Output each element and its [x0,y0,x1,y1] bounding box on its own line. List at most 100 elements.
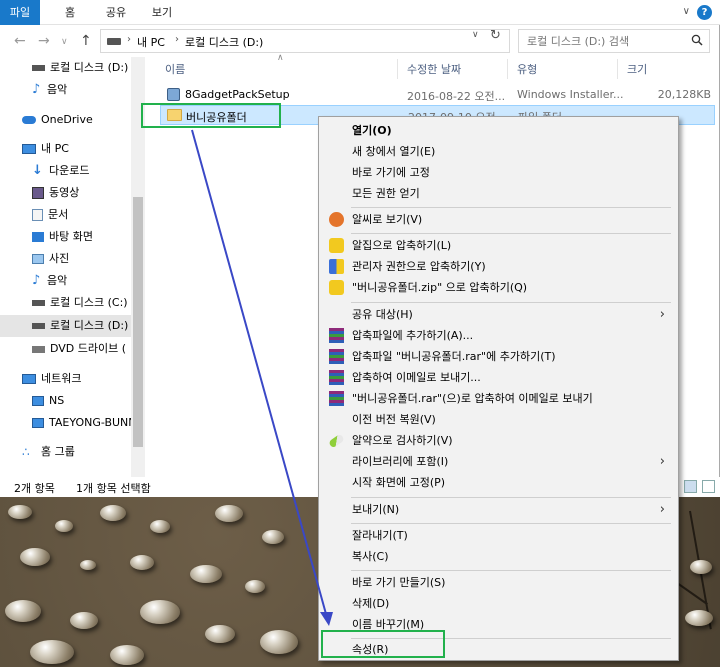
breadcrumb-pc[interactable]: 내 PC [137,34,165,50]
wallpaper-drop [150,520,170,533]
file-size: 20,128KB [657,88,711,101]
menu-item-restore-previous[interactable]: 이전 버전 복원(V) [322,409,675,430]
wallpaper-drop [245,580,265,593]
tab-share[interactable]: 공유 [96,0,136,25]
wallpaper-drop [215,505,243,522]
nav-item-taeyong[interactable]: TAEYONG-BUNN [32,412,137,434]
navigation-pane: 로컬 디스크 (D:) ♪ 음악 OneDrive 내 PC ↓ 다운로드 동영상 … [0,57,145,477]
nav-item-pictures[interactable]: 사진 [32,248,69,270]
nav-item-drive-c[interactable]: 로컬 디스크 (C:) [32,292,128,314]
nav-item-ns[interactable]: NS [32,390,64,412]
menu-item-alzip[interactable]: 알집으로 압축하기(L) [322,235,675,256]
onedrive-icon [22,116,36,124]
menu-item-alsee[interactable]: 알씨로 보기(V) [322,209,675,230]
drive-icon [32,323,45,329]
tab-file[interactable]: 파일 [0,0,40,25]
nav-item-this-pc[interactable]: 내 PC [22,138,69,160]
menu-item-open-new-window[interactable]: 새 창에서 열기(E) [322,141,675,162]
address-input[interactable]: › 내 PC › 로컬 디스크 (D:) [100,29,510,53]
chevron-down-icon[interactable]: ∨ [472,30,479,40]
menu-item-copy[interactable]: 복사(C) [322,546,675,567]
file-type: Windows Installer... [517,88,624,101]
forward-arrow-icon[interactable]: → [38,33,50,49]
scrollbar-thumb[interactable] [133,197,143,447]
menu-item-rar-add[interactable]: 압축파일에 추가하기(A)... [322,325,675,346]
nav-item-music-quick[interactable]: ♪ 음악 [32,79,67,101]
menu-item-cut[interactable]: 잘라내기(T) [322,525,675,546]
large-icons-view-icon[interactable] [702,480,715,493]
nav-item-music[interactable]: ♪ 음악 [32,270,67,292]
menu-item-admin-zip[interactable]: 관리자 권한으로 압축하기(Y) [322,256,675,277]
status-item-count: 2개 항목 [14,482,55,495]
nav-item-videos[interactable]: 동영상 [32,182,79,204]
column-header-size[interactable]: 크기 [627,61,647,77]
column-header-type[interactable]: 유형 [517,61,537,77]
chevron-down-icon[interactable]: ∨ [683,6,690,17]
menu-separator [351,302,671,303]
menu-item-pin-quick-access[interactable]: 바로 가기에 고정 [322,162,675,183]
tab-home[interactable]: 홈 [52,0,88,25]
music-icon: ♪ [32,82,41,97]
computer-icon [32,396,44,406]
wallpaper-drop [690,560,712,574]
wallpaper-drop [205,625,235,643]
menu-item-take-ownership[interactable]: 모든 권한 얻기 [322,183,675,204]
shield-icon [329,259,344,274]
winrar-icon [329,370,344,385]
help-icon[interactable]: ? [697,5,712,20]
nav-item-documents[interactable]: 문서 [32,204,68,226]
menu-item-rar-email[interactable]: 압축하여 이메일로 보내기... [322,367,675,388]
refresh-icon[interactable]: ↻ [490,28,501,43]
menu-item-share-with[interactable]: 공유 대상(H) › [322,304,675,325]
wallpaper-drop [140,600,180,624]
details-view-icon[interactable] [684,480,697,493]
menu-item-alyac-scan[interactable]: 알약으로 검사하기(V) [322,430,675,451]
menu-item-delete[interactable]: 삭제(D) [322,593,675,614]
status-selected-count: 1개 항목 선택함 [76,482,151,495]
music-icon: ♪ [32,273,41,288]
menu-item-include-library[interactable]: 라이브러리에 포함(I) › [322,451,675,472]
column-header-name[interactable]: 이름 [165,61,185,77]
drive-icon [32,300,45,306]
wallpaper-drop [30,640,74,664]
column-divider [397,59,398,79]
nav-item-onedrive[interactable]: OneDrive [22,109,93,131]
nav-item-drive-d-quick[interactable]: 로컬 디스크 (D:) [32,57,128,79]
column-divider [617,59,618,79]
menu-separator [351,523,671,524]
video-icon [32,187,44,199]
menu-item-create-shortcut[interactable]: 바로 가기 만들기(S) [322,572,675,593]
menu-item-rar-add-named[interactable]: 압축파일 "버니공유폴더.rar"에 추가하기(T) [322,346,675,367]
nav-item-network[interactable]: 네트워크 [22,368,81,390]
search-box[interactable] [518,29,710,53]
wallpaper-drop [5,600,41,622]
homegroup-icon: ∴ [22,445,30,459]
chevron-right-icon: › [127,34,131,45]
menu-item-send-to[interactable]: 보내기(N) › [322,499,675,520]
search-input[interactable] [527,31,687,51]
tab-view[interactable]: 보기 [142,0,182,25]
alzip-icon [329,280,344,295]
nav-item-dvd[interactable]: DVD 드라이브 ( [32,338,126,360]
alsee-icon [329,212,344,227]
table-row[interactable]: 8GadgetPackSetup 2016-08-22 오전... Window… [160,85,715,105]
nav-item-desktop[interactable]: 바탕 화면 [32,226,93,248]
nav-item-homegroup[interactable]: ∴ 홈 그룹 [22,441,75,463]
chevron-down-icon[interactable]: ∨ [61,34,68,50]
menu-separator [351,233,671,234]
menu-item-rar-email-named[interactable]: "버니공유폴더.rar"(으)로 압축하여 이메일로 보내기 [322,388,675,409]
dvd-icon [32,345,45,353]
up-arrow-icon[interactable]: ↑ [80,33,92,49]
nav-item-drive-d[interactable]: 로컬 디스크 (D:) [0,315,131,337]
back-arrow-icon[interactable]: ← [14,33,26,49]
column-divider [507,59,508,79]
column-header-modified[interactable]: 수정한 날짜 [407,61,461,77]
chevron-right-icon: › [659,502,665,517]
sort-caret-icon: ∧ [277,53,284,63]
menu-separator [351,570,671,571]
breadcrumb-drive[interactable]: 로컬 디스크 (D:) [185,34,263,50]
menu-item-open[interactable]: 열기(O) [322,120,675,141]
menu-item-pin-start[interactable]: 시작 화면에 고정(P) [322,472,675,493]
menu-item-zip-to[interactable]: "버니공유폴더.zip" 으로 압축하기(Q) [322,277,675,298]
nav-item-downloads[interactable]: ↓ 다운로드 [32,160,89,182]
